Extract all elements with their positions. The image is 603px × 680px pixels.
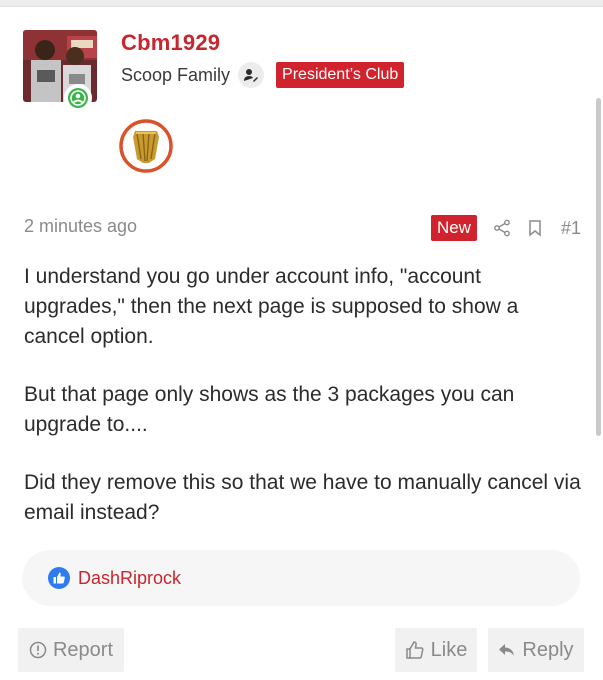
post-body: I understand you go under account info, … (24, 262, 584, 556)
share-icon[interactable] (493, 219, 511, 237)
online-status-icon (64, 84, 92, 112)
post-meta-actions: New #1 (430, 214, 581, 242)
reply-label: Reply (522, 638, 574, 661)
scrollbar[interactable] (596, 98, 601, 436)
gold-trophy-icon[interactable] (119, 119, 173, 173)
post-timestamp[interactable]: 2 minutes ago (24, 216, 137, 237)
post-paragraph: I understand you go under account info, … (24, 265, 519, 348)
warning-circle-icon (29, 641, 47, 659)
member-info-row: Scoop Family President’s Club (121, 61, 405, 89)
post-paragraph: But that page only shows as the 3 packag… (24, 383, 515, 436)
report-button[interactable]: Report (18, 628, 124, 672)
top-divider (0, 0, 603, 7)
thumbs-up-outline-icon (405, 641, 424, 659)
reply-button[interactable]: Reply (488, 628, 584, 672)
post-paragraph: Did they remove this so that we have to … (24, 471, 581, 524)
reactions-bar[interactable]: DashRiprock (22, 550, 580, 606)
new-badge: New (430, 215, 477, 241)
bookmark-icon[interactable] (527, 219, 543, 237)
reply-arrow-icon (499, 644, 515, 656)
thumbs-up-icon (48, 567, 70, 589)
report-label: Report (52, 638, 114, 661)
member-type-label: Scoop Family (121, 64, 231, 85)
club-badge[interactable]: President’s Club (276, 62, 405, 88)
like-label: Like (430, 638, 468, 661)
post-number-link[interactable]: #1 (561, 218, 581, 239)
reactor-username-link[interactable]: DashRiprock (78, 568, 181, 589)
like-button[interactable]: Like (395, 628, 477, 672)
user-pen-icon (238, 62, 265, 88)
username-link[interactable]: Cbm1929 (121, 30, 220, 56)
